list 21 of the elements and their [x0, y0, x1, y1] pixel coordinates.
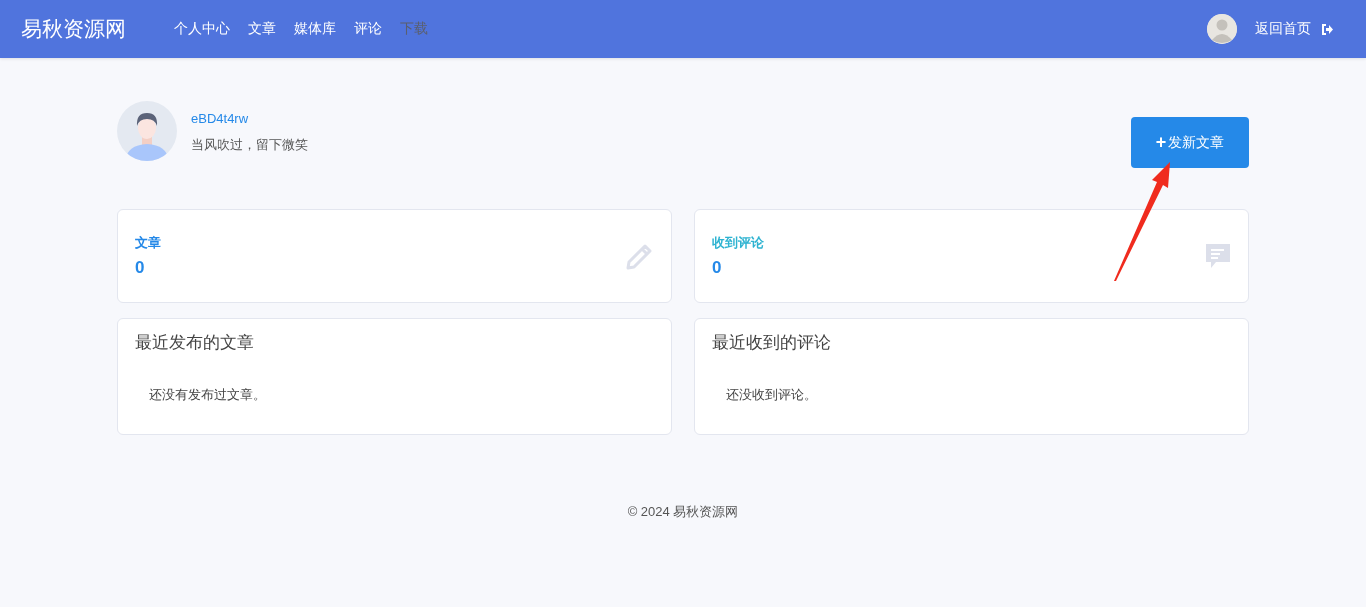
footer-copyright: © 2024 易秋资源网	[626, 503, 740, 521]
nav-link[interactable]: 评论	[354, 20, 382, 38]
comment-icon	[1204, 242, 1232, 270]
site-logo[interactable]: 易秋资源网	[21, 15, 126, 43]
stat-value: 0	[712, 258, 723, 278]
empty-message: 还没有发布过文章。	[149, 386, 267, 404]
user-motto: 当风吹过，留下微笑	[191, 136, 308, 154]
stat-label: 收到评论	[712, 234, 764, 252]
nav-link[interactable]: 个人中心	[174, 20, 230, 38]
home-link[interactable]: 返回首页	[1255, 20, 1334, 38]
panel-title: 最近收到的评论	[712, 332, 832, 354]
panel-title: 最近发布的文章	[135, 332, 255, 354]
nav-link[interactable]: 媒体库	[294, 20, 336, 38]
user-avatar-icon[interactable]	[1207, 14, 1237, 44]
username-link[interactable]: eBD4t4rw	[191, 111, 308, 126]
stat-label: 文章	[135, 234, 161, 252]
logout-icon	[1321, 22, 1334, 36]
stat-value: 0	[135, 258, 146, 278]
empty-message: 还没收到评论。	[726, 386, 818, 404]
nav-link[interactable]: 文章	[248, 20, 276, 38]
new-post-button[interactable]: +发新文章	[1131, 117, 1249, 168]
